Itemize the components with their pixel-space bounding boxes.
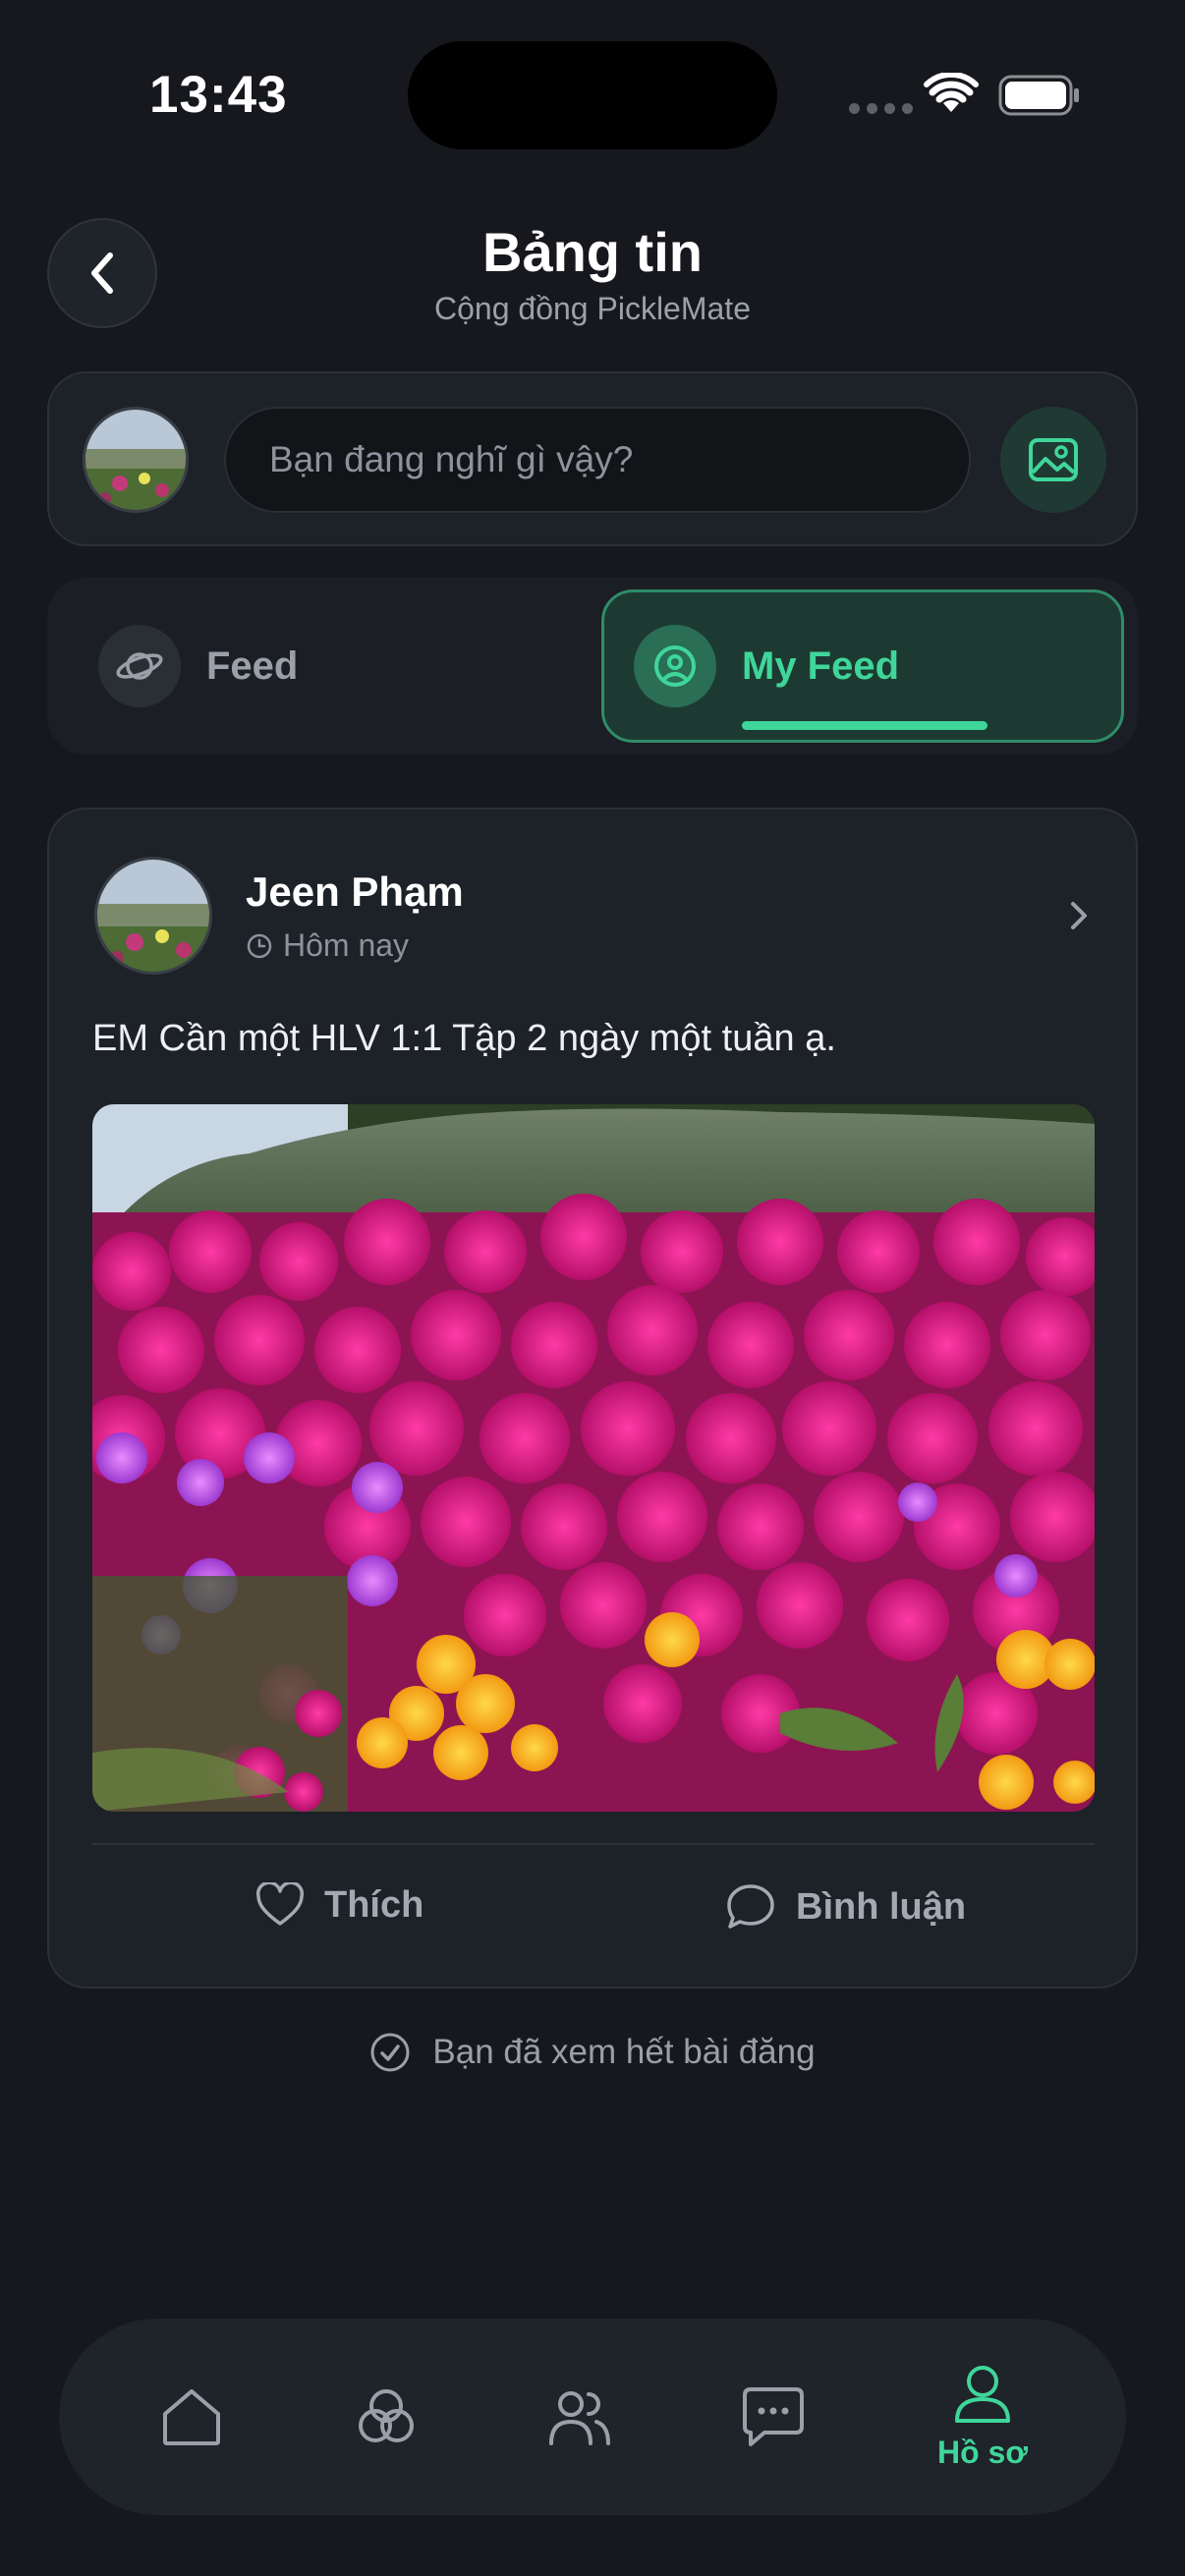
bottom-nav: Hồ sơ (59, 2319, 1126, 2515)
post-time-text: Hôm nay (283, 927, 410, 963)
avatar[interactable] (83, 407, 189, 513)
chat-icon (743, 2387, 804, 2446)
post-text: EM Cần một HLV 1:1 Tập 2 ngày một tuần ạ… (92, 1018, 836, 1059)
nav-home[interactable] (128, 2319, 255, 2515)
planet-icon (98, 625, 181, 707)
end-of-feed-text: Bạn đã xem hết bài đăng (432, 2033, 816, 2071)
add-photo-button[interactable] (1000, 407, 1106, 513)
comment-button[interactable]: Bình luận (725, 1882, 966, 1932)
profile-icon (955, 2365, 1010, 2423)
post-actions: Thích Bình luận (49, 1851, 1140, 1988)
clock-icon (246, 932, 273, 960)
comment-bubble-icon (727, 1884, 774, 1929)
cellular-signal-icon (849, 103, 913, 114)
post-timestamp: Hôm nay (246, 927, 409, 964)
page-subtitle: Cộng đồng PickleMate (434, 291, 751, 326)
nav-people[interactable] (516, 2319, 644, 2515)
post-author-avatar[interactable] (94, 857, 212, 975)
status-input[interactable]: Bạn đang nghĩ gì vậy? (224, 407, 971, 513)
people-icon (549, 2391, 610, 2445)
end-of-feed-note: Bạn đã xem hết bài đăng (0, 2032, 1185, 2073)
status-bar: 13:43 (0, 0, 1185, 187)
comment-label: Bình luận (796, 1885, 967, 1928)
tab-my-feed-label: My Feed (742, 644, 900, 688)
post-author-name[interactable]: Jeen Phạm (246, 868, 464, 916)
chevron-right-icon[interactable] (1067, 898, 1091, 933)
nav-clubs[interactable] (322, 2319, 450, 2515)
tab-my-feed[interactable]: My Feed (601, 589, 1124, 743)
page-title: Bảng tin (482, 221, 703, 283)
user-circle-icon (634, 625, 716, 707)
check-circle-icon (370, 2033, 410, 2072)
divider (92, 1843, 1095, 1845)
tab-feed-label: Feed (206, 644, 299, 688)
nav-profile-label: Hồ sơ (936, 2434, 1029, 2470)
heart-icon (255, 1882, 305, 1926)
like-label: Thích (324, 1883, 424, 1926)
image-icon (1029, 438, 1078, 481)
feed-tabs: Feed My Feed (47, 578, 1138, 755)
post-card: Jeen Phạm Hôm nay EM Cần một HLV 1:1 Tập… (47, 808, 1138, 1988)
dynamic-island (408, 41, 777, 149)
home-icon (163, 2389, 220, 2445)
tab-feed[interactable]: Feed (57, 588, 588, 745)
like-button[interactable]: Thích (255, 1882, 423, 1928)
wifi-icon (924, 73, 979, 112)
post-image[interactable] (92, 1104, 1095, 1812)
battery-icon (998, 75, 1079, 116)
nav-profile[interactable]: Hồ sơ (914, 2319, 1051, 2515)
nav-chat[interactable] (709, 2319, 837, 2515)
header: Bảng tin Cộng đồng PickleMate (0, 216, 1185, 334)
status-time: 13:43 (149, 66, 288, 124)
clubs-icon (359, 2389, 414, 2442)
active-tab-indicator (742, 721, 988, 730)
post-composer: Bạn đang nghĩ gì vậy? (47, 371, 1138, 546)
